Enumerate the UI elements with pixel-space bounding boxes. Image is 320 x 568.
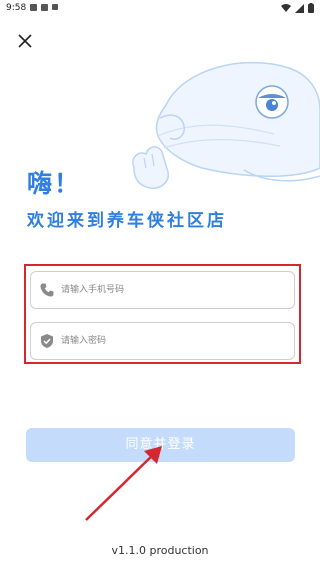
phone-input[interactable] bbox=[61, 272, 289, 308]
notification-icon bbox=[30, 4, 37, 11]
close-button[interactable] bbox=[14, 30, 36, 52]
close-icon bbox=[18, 34, 32, 48]
password-input[interactable] bbox=[61, 323, 289, 359]
greeting-title: 嗨！ bbox=[27, 169, 82, 198]
phone-field[interactable] bbox=[30, 271, 295, 309]
shield-check-icon bbox=[41, 334, 53, 348]
app-version: v1.1.0 production bbox=[111, 544, 209, 557]
annotation-arrow bbox=[85, 446, 162, 521]
status-system-icons bbox=[281, 3, 314, 13]
notification-icon-2 bbox=[52, 4, 58, 10]
welcome-subtitle: 欢迎来到养车侠社区店 bbox=[27, 211, 227, 231]
status-notification-icons bbox=[30, 4, 58, 11]
phone-icon bbox=[40, 283, 54, 297]
wifi-icon bbox=[281, 3, 291, 12]
gallery-icon bbox=[41, 4, 48, 11]
status-bar: 9:58 bbox=[0, 0, 320, 16]
whale-illustration bbox=[132, 61, 320, 190]
password-field[interactable] bbox=[30, 322, 295, 360]
signal-icon bbox=[295, 3, 304, 13]
battery-icon bbox=[308, 3, 314, 13]
status-time: 9:58 bbox=[6, 3, 27, 13]
